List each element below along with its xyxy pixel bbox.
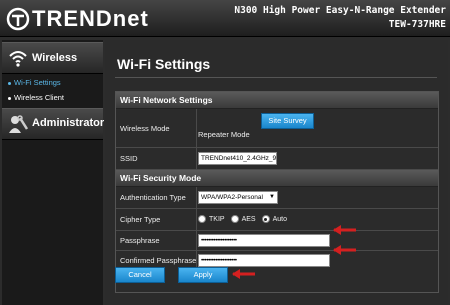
bullet-icon [8, 81, 11, 85]
trendnet-logo-icon [6, 7, 30, 31]
wireless-mode-value: Repeater Mode [198, 130, 250, 139]
column-divider [196, 109, 197, 147]
ssid-label: SSID [120, 154, 138, 163]
passphrase-row: Passphrase •••••••••••••••••••• [116, 231, 438, 251]
settings-panel: Wi-Fi Network Settings Wireless Mode Sit… [115, 91, 439, 293]
red-arrow-icon [333, 245, 356, 255]
page-title: Wi-Fi Settings [117, 56, 211, 72]
column-divider [196, 209, 197, 230]
sidebar-section-label: Administrator [32, 117, 105, 129]
red-arrow-icon [333, 225, 356, 235]
cipher-option-label: TKIP [209, 215, 225, 223]
brand-name: TRENDnet [32, 6, 149, 31]
product-name: N300 High Power Easy-N-Range Extender [234, 5, 446, 16]
sidebar-item-label: Wi-Fi Settings [14, 78, 61, 87]
bullet-icon [8, 96, 11, 100]
sidebar-item-label: Wireless Client [14, 93, 65, 102]
apply-button[interactable]: Apply [178, 267, 228, 283]
sidebar: Wireless Wi-Fi Settings Wireless Client … [2, 40, 105, 305]
sidebar-section-administrator[interactable]: Administrator [2, 108, 105, 140]
column-divider [196, 187, 197, 208]
auth-type-select[interactable]: WPA/WPA2-Personal ▼ [198, 191, 278, 204]
sidebar-item-wifi-settings[interactable]: Wi-Fi Settings [8, 78, 61, 87]
model-number: TEW-737HRE [388, 19, 446, 30]
site-survey-button[interactable]: Site Survey [261, 113, 314, 129]
sidebar-section-label: Wireless [32, 52, 78, 64]
sidebar-section-wireless[interactable]: Wireless [2, 42, 103, 74]
confirm-passphrase-input[interactable]: •••••••••••••••••••• [198, 254, 330, 267]
cipher-option-label: Auto [272, 215, 287, 223]
auth-type-value: WPA/WPA2-Personal [201, 194, 263, 201]
section-header-security: Wi-Fi Security Mode [116, 170, 438, 187]
cipher-radio-group: TKIP AES Auto [198, 215, 293, 223]
auth-type-row: Authentication Type WPA/WPA2-Personal ▼ [116, 187, 438, 209]
wifi-icon [9, 51, 27, 67]
column-divider [196, 231, 197, 250]
auth-type-label: Authentication Type [120, 193, 186, 202]
red-arrow-icon [232, 269, 255, 279]
admin-tools-icon [9, 115, 29, 133]
chevron-down-icon: ▼ [269, 194, 275, 200]
section-header-label: Wi-Fi Network Settings [120, 95, 213, 105]
section-header-label: Wi-Fi Security Mode [120, 173, 202, 183]
main-content: Wi-Fi Settings Wi-Fi Network Settings Wi… [105, 40, 448, 305]
passphrase-input[interactable]: •••••••••••••••••••• [198, 234, 330, 247]
header-bar: TRENDnet N300 High Power Easy-N-Range Ex… [0, 0, 450, 37]
passphrase-label: Passphrase [120, 236, 160, 245]
cipher-type-label: Cipher Type [120, 215, 161, 224]
trendnet-logo: TRENDnet [6, 6, 149, 32]
ssid-input[interactable]: TRENDnet410_2.4GHz_9c [198, 152, 277, 165]
wireless-mode-label: Wireless Mode [120, 124, 170, 133]
cipher-radio-aes[interactable] [230, 215, 239, 223]
cipher-radio-auto[interactable] [261, 215, 270, 223]
section-header-network: Wi-Fi Network Settings [116, 92, 438, 109]
cipher-option-label: AES [241, 215, 256, 223]
cipher-radio-tkip[interactable] [198, 215, 206, 223]
column-divider [196, 148, 197, 169]
cipher-type-row: Cipher Type TKIP AES Auto [116, 209, 438, 231]
title-divider [115, 77, 437, 78]
confirm-passphrase-label: Confirmed Passphrase [120, 256, 197, 265]
sidebar-item-wireless-client[interactable]: Wireless Client [8, 93, 64, 102]
ssid-row: SSID TRENDnet410_2.4GHz_9c [116, 148, 438, 170]
cancel-button[interactable]: Cancel [115, 267, 165, 283]
wireless-mode-row: Wireless Mode Site Survey Repeater Mode [116, 109, 438, 148]
